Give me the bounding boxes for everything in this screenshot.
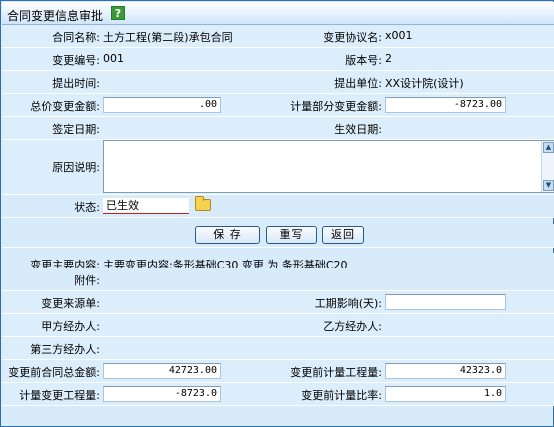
agreement-name-label: 变更协议名:	[323, 31, 382, 44]
row-orig-amounts: 变更前合同总金额: 42723.00 变更前计量工程量: 42323.0	[2, 360, 554, 383]
row-reason: 原因说明: ▲ ▼	[2, 140, 554, 195]
reason-label: 原因说明:	[52, 161, 100, 174]
qty-ratio-label: 变更前计量比率:	[301, 389, 382, 402]
row-submit: 提出时间: 提出单位: XX设计院(设计)	[2, 71, 554, 94]
duration-input[interactable]	[385, 294, 506, 310]
total-change-label: 总价变更金额:	[30, 100, 100, 113]
row-parties: 甲方经办人: 乙方经办人:	[2, 314, 554, 337]
submit-unit-value: XX设计院(设计)	[385, 77, 464, 90]
qty-change-label: 计量变更工程量:	[19, 389, 100, 402]
version-value: 2	[385, 52, 392, 65]
qty-change-input[interactable]: -8723.0	[103, 386, 221, 402]
scroll-up-icon[interactable]: ▲	[543, 142, 554, 153]
qty-ratio-input[interactable]: 1.0	[385, 386, 506, 402]
row-attachment: 附件:	[2, 268, 554, 291]
orig-total-input[interactable]: 42723.00	[103, 363, 221, 379]
total-change-input[interactable]: .00	[103, 97, 221, 113]
contract-name-value: 土方工程(第二段)承包合同	[103, 31, 233, 44]
status-field[interactable]: 已生效	[103, 198, 189, 214]
party-b-label: 乙方经办人:	[323, 320, 382, 333]
row-contract: 合同名称: 土方工程(第二段)承包合同 变更协议名: x001	[2, 25, 554, 48]
row-source: 变更来源单: 工期影响(天):	[2, 291, 554, 314]
duration-label: 工期影响(天):	[314, 297, 382, 310]
dialog-frame: 合同变更信息审批 ? 合同名称: 土方工程(第二段)承包合同 变更协议名: x0…	[0, 0, 554, 427]
reason-textarea[interactable]: ▲ ▼	[103, 140, 554, 193]
submit-time-label: 提出时间:	[52, 77, 100, 90]
source-label: 变更来源单:	[41, 297, 100, 310]
measure-change-input[interactable]: -8723.00	[385, 97, 506, 113]
sign-date-label: 签定日期:	[52, 123, 100, 136]
folder-icon[interactable]	[195, 196, 211, 211]
attachment-label: 附件:	[74, 274, 100, 287]
reset-button[interactable]: 重写	[266, 226, 317, 244]
row-status: 状态: 已生效	[2, 195, 554, 218]
save-button[interactable]: 保 存	[195, 226, 260, 244]
party-c-label: 第三方经办人:	[30, 343, 100, 356]
orig-qty-label: 变更前计量工程量:	[290, 366, 382, 379]
title-bar: 合同变更信息审批 ?	[2, 2, 554, 25]
row-party-c: 第三方经办人:	[2, 337, 554, 360]
scroll-down-icon[interactable]: ▼	[543, 180, 554, 191]
row-dates: 签定日期: 生效日期:	[2, 117, 554, 140]
reason-scrollbar[interactable]: ▲ ▼	[541, 141, 554, 192]
effective-date-label: 生效日期:	[334, 123, 382, 136]
window-title: 合同变更信息审批	[7, 9, 104, 23]
row-change-no: 变更编号: 001 版本号: 2	[2, 48, 554, 71]
version-label: 版本号:	[345, 54, 382, 67]
submit-unit-label: 提出单位:	[334, 77, 382, 90]
status-label: 状态:	[74, 201, 100, 214]
change-no-label: 变更编号:	[52, 54, 100, 67]
agreement-name-value: x001	[385, 29, 413, 42]
change-no-value: 001	[103, 52, 124, 65]
party-a-label: 甲方经办人:	[41, 320, 100, 333]
contract-name-label: 合同名称:	[52, 31, 100, 44]
row-amounts: 总价变更金额: .00 计量部分变更金额: -8723.00	[2, 94, 554, 117]
orig-qty-input[interactable]: 42323.0	[385, 363, 506, 379]
measure-change-label: 计量部分变更金额:	[290, 100, 382, 113]
help-icon[interactable]: ?	[111, 6, 125, 20]
back-button[interactable]: 返回	[322, 226, 364, 244]
row-qty: 计量变更工程量: -8723.0 变更前计量比率: 1.0	[2, 383, 554, 406]
orig-total-label: 变更前合同总金额:	[8, 366, 100, 379]
button-bar: 保 存 重写 返回	[2, 224, 554, 248]
